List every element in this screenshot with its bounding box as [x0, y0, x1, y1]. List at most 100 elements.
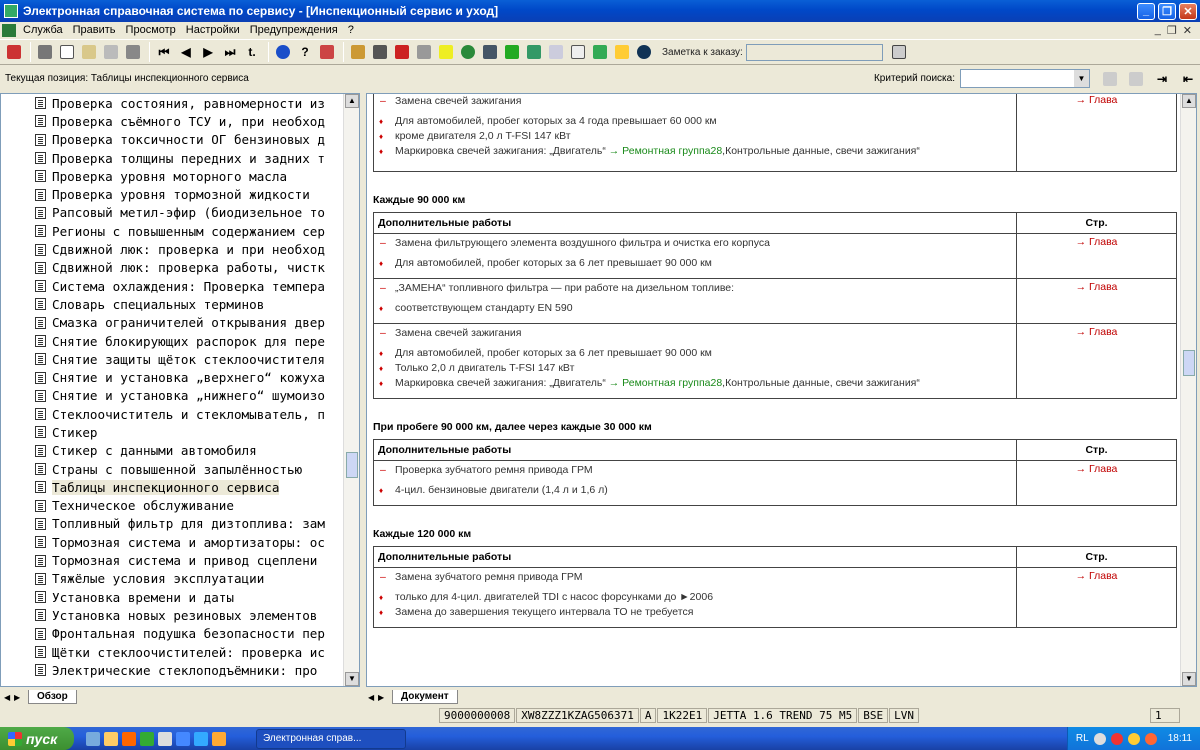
mdi-restore-button[interactable]: ❐ — [1167, 24, 1177, 37]
chapter-link[interactable]: → Глава — [1016, 567, 1177, 628]
car-green-icon[interactable] — [524, 42, 544, 62]
tree-item[interactable]: Стикер — [1, 423, 344, 441]
search-doc-icon[interactable] — [546, 42, 566, 62]
grid-icon[interactable] — [348, 42, 368, 62]
new-doc-icon[interactable] — [57, 42, 77, 62]
filter-icon[interactable] — [590, 42, 610, 62]
tree-item[interactable]: Снятие защиты щёток стеклоочистителя — [1, 350, 344, 368]
tree-item[interactable]: Тормозная система и амортизаторы: ос — [1, 533, 344, 551]
first-icon[interactable]: ⏮ — [154, 42, 174, 62]
tree-item[interactable]: Страны с повышенной запылённостью — [1, 460, 344, 478]
search-next-icon[interactable] — [1126, 69, 1146, 89]
start-button[interactable]: пуск — [0, 727, 74, 750]
tree-item[interactable]: Тяжёлые условия эксплуатации — [1, 570, 344, 588]
chapter-link[interactable]: → Глава — [1016, 94, 1177, 172]
tree-item[interactable]: Топливный фильтр для дизтоплива: зам — [1, 515, 344, 533]
tray-icon[interactable] — [1093, 732, 1106, 745]
restore-button[interactable]: ❐ — [1158, 2, 1176, 20]
chapter-link[interactable]: → Глава — [1016, 278, 1177, 324]
goto-icon[interactable]: t. — [242, 42, 262, 62]
tools-icon[interactable] — [370, 42, 390, 62]
repair-group-link[interactable]: → Ремонтная группа28 — [609, 377, 722, 389]
quicklaunch-icon[interactable] — [176, 731, 190, 746]
close-button[interactable]: ✕ — [1179, 2, 1197, 20]
tree-item[interactable]: Снятие и установка „нижнего“ шумоизо — [1, 387, 344, 405]
question-doc-icon[interactable] — [612, 42, 632, 62]
scroll-thumb[interactable] — [346, 452, 358, 478]
tab-overview[interactable]: Обзор — [28, 690, 77, 704]
checklist-icon[interactable] — [568, 42, 588, 62]
tree-item[interactable]: Стикер с данными автомобиля — [1, 442, 344, 460]
tray-icon[interactable] — [1127, 732, 1140, 745]
tray-icon[interactable] — [1110, 732, 1123, 745]
tree-item[interactable]: Сдвижной люк: проверка и при необход — [1, 240, 344, 258]
book-icon[interactable] — [392, 42, 412, 62]
doc-scroll-up-button[interactable]: ▲ — [1182, 94, 1196, 108]
tree-item[interactable]: Установка новых резиновых элементов — [1, 606, 344, 624]
tree-item[interactable]: Словарь специальных терминов — [1, 295, 344, 313]
warning-icon[interactable] — [436, 42, 456, 62]
chapter-link[interactable]: → Глава — [1016, 323, 1177, 399]
doc-tab-next-icon[interactable]: ▶ — [378, 693, 388, 702]
minimize-button[interactable]: _ — [1137, 2, 1155, 20]
car-icon[interactable] — [123, 42, 143, 62]
tree-item[interactable]: Проверка съёмного ТСУ и, при необход — [1, 112, 344, 130]
collapse-icon[interactable]: ⇤ — [1178, 69, 1198, 89]
app-menu-icon[interactable] — [2, 23, 16, 37]
tab-document[interactable]: Документ — [392, 690, 458, 704]
repair-group-link[interactable]: → Ремонтная группа28 — [609, 145, 722, 157]
doc-scroll-down-button[interactable]: ▼ — [1182, 672, 1196, 686]
doc-scroll-thumb[interactable] — [1183, 350, 1195, 376]
scroll-up-button[interactable]: ▲ — [345, 94, 359, 108]
tree-item[interactable]: Проверка уровня тормозной жидкости — [1, 185, 344, 203]
tree-item[interactable]: Смазка ограничителей открывания двер — [1, 314, 344, 332]
ie-icon[interactable] — [194, 731, 208, 746]
globe-icon[interactable] — [458, 42, 478, 62]
print-icon[interactable] — [35, 42, 55, 62]
info-icon[interactable] — [273, 42, 293, 62]
tree-item[interactable]: Стеклоочиститель и стекломыватель, п — [1, 405, 344, 423]
leaf-icon[interactable] — [502, 42, 522, 62]
menu-warnings[interactable]: Предупреждения — [245, 24, 343, 36]
tree-item[interactable]: Снятие блокирующих распорок для пере — [1, 332, 344, 350]
menu-help[interactable]: ? — [343, 24, 359, 36]
order-note-input[interactable] — [745, 43, 883, 61]
firefox-icon[interactable] — [122, 731, 136, 746]
tree-item[interactable]: Проверка толщины передних и задних т — [1, 149, 344, 167]
tree-item[interactable]: Регионы с повышенным содержанием сер — [1, 222, 344, 240]
globe-blue-icon[interactable] — [634, 42, 654, 62]
tree-item[interactable]: Фронтальная подушка безопасности пер — [1, 625, 344, 643]
tree-item[interactable]: Установка времени и даты — [1, 588, 344, 606]
tree-item[interactable]: Система охлаждения: Проверка темпера — [1, 277, 344, 295]
menu-edit[interactable]: Править — [68, 24, 121, 36]
tree-item[interactable]: Проверка состояния, равномерности из — [1, 94, 344, 112]
tab-prev-icon[interactable]: ◀ — [4, 693, 14, 702]
search-criteria-select[interactable] — [960, 69, 1090, 88]
tree-item[interactable]: Снятие и установка „верхнего“ кожуха — [1, 368, 344, 386]
quicklaunch-icon[interactable] — [104, 731, 118, 746]
exit-icon[interactable] — [4, 42, 24, 62]
save-icon[interactable] — [480, 42, 500, 62]
help-icon[interactable]: ? — [295, 42, 315, 62]
mdi-close-button[interactable]: ✕ — [1183, 24, 1192, 37]
language-indicator[interactable]: RL — [1076, 733, 1089, 744]
tree-item[interactable]: Рапсовый метил-эфир (биодизельное то — [1, 204, 344, 222]
menu-service[interactable]: Служба — [18, 24, 68, 36]
tree-scrollbar[interactable]: ▲ ▼ — [343, 94, 359, 686]
tray-icon[interactable] — [1144, 732, 1157, 745]
tree-item[interactable]: Проверка уровня моторного масла — [1, 167, 344, 185]
quicklaunch-icon[interactable] — [140, 731, 154, 746]
tree-item[interactable]: Электрические стеклоподъёмники: про — [1, 661, 344, 679]
tree-item[interactable]: Тормозная система и привод сцеплени — [1, 551, 344, 569]
search-icon[interactable] — [1100, 69, 1120, 89]
tree-item[interactable]: Щётки стеклоочистителей: проверка ис — [1, 643, 344, 661]
list-icon[interactable] — [414, 42, 434, 62]
chapter-link[interactable]: → Глава — [1016, 460, 1177, 506]
chapter-link[interactable]: → Глава — [1016, 233, 1177, 279]
quicklaunch-icon[interactable] — [86, 731, 100, 746]
doc-tab-prev-icon[interactable]: ◀ — [368, 693, 378, 702]
menu-settings[interactable]: Настройки — [181, 24, 245, 36]
prev-icon[interactable]: ◀ — [176, 42, 196, 62]
edit-doc-icon[interactable] — [79, 42, 99, 62]
tab-next-icon[interactable]: ▶ — [14, 693, 24, 702]
